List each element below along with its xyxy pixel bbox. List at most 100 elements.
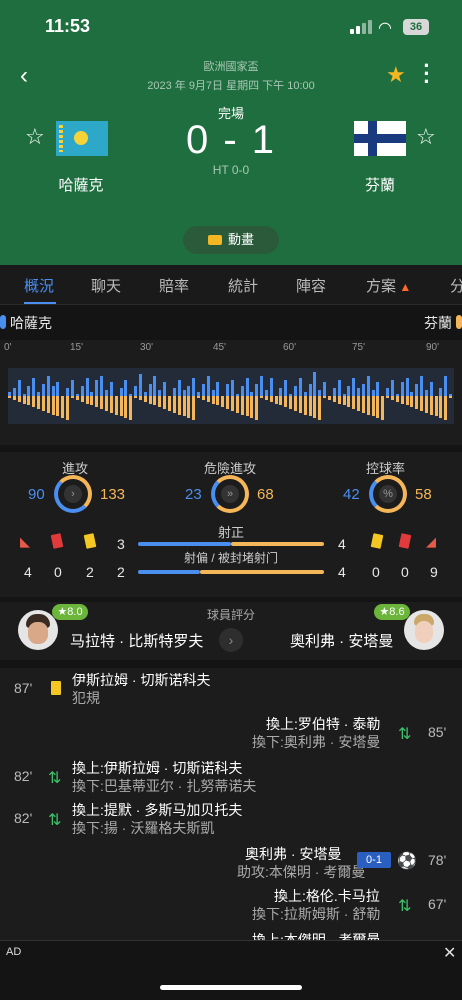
tick-label: 15' [70,342,84,353]
away-yellow: 0 [372,564,380,580]
momentum-bar-away [100,396,104,410]
event-sub-in: 換上:格伦.卡马拉 [274,888,380,904]
off-target-label: 射偏 / 被封堵射门 [183,551,278,565]
momentum-bar-away [163,396,167,410]
momentum-bar-away [327,396,331,400]
fire-icon: ▲ [396,280,412,294]
away-player-avatar [404,610,444,650]
tab-overview[interactable]: 概況 [24,275,54,296]
momentum-bar-away [80,396,84,402]
momentum-bar-home [201,384,205,396]
momentum-bar-away [410,396,414,408]
ad-banner[interactable]: AD ✕ [0,940,462,1000]
momentum-bar-away [390,396,394,400]
match-header: 11:53 ◠ 36 ‹ 歐洲國家盃 2023 年 9月7日 星期四 下午 10… [0,0,462,265]
momentum-bar-home [124,380,128,396]
tab-stats[interactable]: 統計 [228,275,258,296]
momentum-bar-home [100,376,104,396]
event-time: 87' [14,680,33,696]
player-rating-panel[interactable]: ★8.0 马拉特 · 比斯特罗夫 球員評分 › 奧利弗 · 安塔曼 ★8.6 [0,602,462,660]
momentum-bar-away [192,396,196,421]
momentum-bar-away [303,396,307,415]
momentum-bar-away [405,396,409,406]
momentum-bar-home [80,386,84,396]
attack-away: 133 [100,486,126,503]
momentum-bar-home [352,378,356,396]
momentum-bar-away [449,396,453,398]
chevron-right-icon[interactable]: › [219,628,243,652]
event-goal-scorer: 奧利弗 · 安塔曼 [245,846,342,862]
tick-label: 30' [140,342,154,353]
tab-odds[interactable]: 賠率 [159,275,189,296]
momentum-bar-home [323,382,327,396]
away-player-rating: ★8.6 [374,604,410,620]
away-team-name[interactable]: 芬蘭 [320,174,440,195]
momentum-bar-home [66,388,70,396]
momentum-bar-home [51,386,55,396]
momentum-bar-home [279,388,283,396]
momentum-bar-away [124,396,128,419]
momentum-bar-away [153,396,157,406]
momentum-bar-away [264,396,268,400]
football-icon: ⚽ [397,853,417,870]
event-sub-in: 換上:罗伯特 · 泰勒 [266,716,381,732]
momentum-bar-away [148,396,152,404]
momentum-bar-away [284,396,288,408]
momentum-bar-home [284,380,288,396]
momentum-bar-away [187,396,191,419]
momentum-bar-away [245,396,249,417]
momentum-bar-away [85,396,89,404]
momentum-bar-home [405,378,409,396]
momentum-bar-home [17,380,21,396]
tab-chat[interactable]: 聊天 [91,275,121,296]
event-time: 82' [14,768,33,784]
momentum-bar-away [46,396,50,413]
tab-lineup[interactable]: 陣容 [296,275,326,296]
event-time: 85' [428,724,447,740]
substitution-icon: ⇅ [48,812,62,829]
momentum-bar-home [153,376,157,396]
close-icon[interactable]: ✕ [443,943,456,963]
momentum-bar-away [129,396,133,421]
tab-underline [24,302,56,304]
momentum-timeline: 0' 15' 30' 45' 60' 75' 90' [0,340,462,445]
momentum-bar-home [41,384,45,396]
home-corners: 4 [24,564,32,580]
away-red: 0 [401,564,409,580]
more-options-icon[interactable]: · · · [420,55,434,93]
battery-icon: 36 [403,19,429,35]
momentum-bar-away [371,396,375,417]
momentum-bar-away [75,396,79,400]
momentum-bar-away [22,396,26,404]
favorite-star-icon[interactable]: ★ [386,62,406,88]
tick-label: 60' [283,342,297,353]
momentum-bar-home [361,384,365,396]
home-player-name: 马拉特 · 比斯特罗夫 [70,633,204,650]
momentum-bar-away [138,396,142,400]
momentum-bar-away [376,396,380,419]
event-time: 78' [428,852,447,868]
home-color-marker [0,315,6,329]
momentum-bar-home [245,378,249,396]
animation-button[interactable]: 動畫 [183,226,279,254]
goal-score-badge: 0-1 [357,852,391,868]
momentum-bar-away [357,396,361,411]
momentum-bar-away [235,396,239,413]
home-team-name[interactable]: 哈薩克 [21,174,141,195]
momentum-bar-home [439,388,443,396]
momentum-bar-home [366,376,370,396]
momentum-bar-home [240,386,244,396]
event-detail: 犯規 [72,690,100,706]
danger-ring: » [211,475,249,513]
wifi-icon: ◠ [378,20,392,37]
momentum-bar-away [337,396,341,404]
momentum-bar-home [294,386,298,396]
momentum-bar-home [177,380,181,396]
substitution-icon: ⇅ [48,770,62,787]
away-legend-label: 芬蘭 [424,315,452,331]
tick-label: 90' [426,342,440,353]
tab-plans[interactable]: 方案 ▲ [366,275,411,296]
momentum-bar-home [187,386,191,396]
tab-more[interactable]: 分 [450,275,462,296]
momentum-bar-home [46,376,50,396]
